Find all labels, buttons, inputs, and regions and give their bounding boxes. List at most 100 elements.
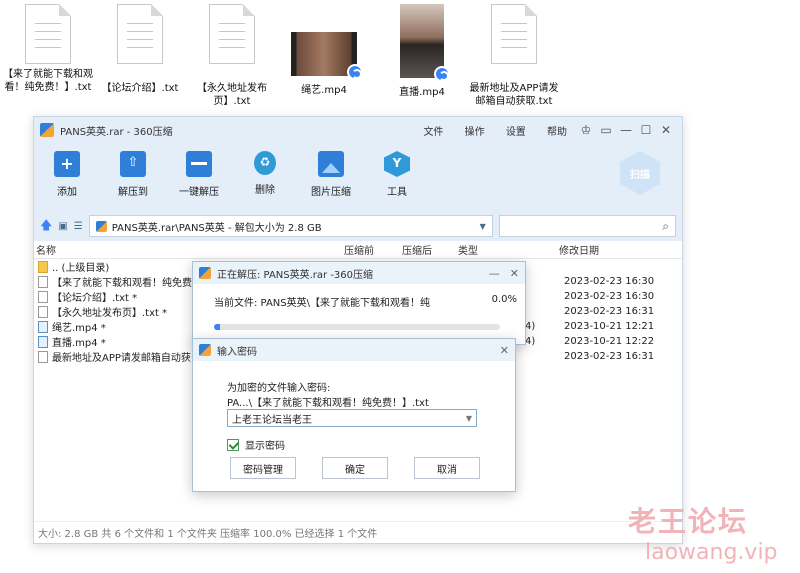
window-title: PANS英英.rar - 360压缩 xyxy=(60,126,173,138)
row-type-fragment: 4) xyxy=(525,336,536,347)
password-dialog: 输入密码 ✕ 为加密的文件输入密码: PA...\【来了就能下载和观看！纯免费！… xyxy=(192,338,516,492)
show-password-checkbox[interactable]: 显示密码 xyxy=(227,437,285,452)
recycle-icon: ♻ xyxy=(254,151,276,175)
cancel-button[interactable]: 取消 xyxy=(414,457,480,479)
row-date: 2023-02-23 16:31 xyxy=(564,351,655,362)
status-bar: 大小: 2.8 GB 共 6 个文件和 1 个文件夹 压缩率 100.0% 已经… xyxy=(34,521,682,543)
address-bar: 🡅 ▣ ☰ PANS英英.rar\PANS英英 - 解包大小为 2.8 GB ▼… xyxy=(34,211,682,241)
desktop-icon-label: 【永久地址发布页】.txt xyxy=(197,83,267,107)
tools-button[interactable]: Y 工具 xyxy=(364,147,430,198)
extract-to-label: 解压到 xyxy=(118,187,148,198)
path-field[interactable]: PANS英英.rar\PANS英英 - 解包大小为 2.8 GB ▼ xyxy=(88,215,493,237)
window-titlebar[interactable]: PANS英英.rar - 360压缩 文件 操作 设置 帮助 ♔ ▭ — ☐ ✕ xyxy=(34,117,682,143)
desktop-icon-txt-2[interactable]: 【论坛介绍】.txt xyxy=(92,4,188,95)
view-detail-icon[interactable]: ▣ xyxy=(58,221,67,232)
image-compress-button[interactable]: 图片压缩 xyxy=(298,147,364,198)
menu-file[interactable]: 文件 xyxy=(423,127,443,138)
row-date: 2023-02-23 16:30 xyxy=(564,276,655,287)
row-name: 直播.mp4 * xyxy=(52,338,106,349)
add-label: 添加 xyxy=(57,187,77,198)
col-modified[interactable]: 修改日期 xyxy=(559,242,599,257)
row-date: 2023-02-23 16:31 xyxy=(564,306,655,317)
extract-progress-dialog: 正在解压: PANS英英.rar -360压缩 — ✕ 当前文件: PANS英英\… xyxy=(192,261,526,345)
up-icon[interactable]: 🡅 xyxy=(40,216,52,237)
view-list-icon[interactable]: ☰ xyxy=(74,221,83,232)
close-icon[interactable]: ✕ xyxy=(500,344,509,357)
search-input[interactable]: ⌕ xyxy=(498,215,676,237)
app-logo-icon xyxy=(199,344,211,356)
desktop-icon-label: 绳艺.mp4 xyxy=(301,85,347,96)
extract-dialog-title: 正在解压: PANS英英.rar -360压缩 xyxy=(217,269,374,281)
window-controls: ♔ ▭ — ☐ ✕ xyxy=(576,123,676,137)
image-compress-label: 图片压缩 xyxy=(311,187,351,198)
chevron-down-icon[interactable]: ▼ xyxy=(466,414,472,423)
extract-dialog-titlebar[interactable]: 正在解压: PANS英英.rar -360压缩 — ✕ xyxy=(193,262,525,284)
video-file-icon xyxy=(38,335,48,348)
text-file-icon xyxy=(38,290,48,303)
menu-help[interactable]: 帮助 xyxy=(547,127,567,138)
minimize-icon[interactable]: — xyxy=(489,267,500,280)
show-password-label: 显示密码 xyxy=(245,441,285,452)
feedback-icon[interactable]: ▭ xyxy=(596,123,616,137)
add-button[interactable]: + 添加 xyxy=(34,147,100,198)
desktop-icon-txt-4[interactable]: 最新地址及APP请发邮箱自动获取.txt xyxy=(466,4,562,108)
row-name: .. (上级目录) xyxy=(52,263,110,274)
extract-to-button[interactable]: ⇧ 解压到 xyxy=(100,147,166,198)
toolbar: + 添加 ⇧ 解压到 一键解压 ♻ 删除 图片压缩 Y 工具 扫描 xyxy=(34,143,682,211)
col-type[interactable]: 类型 xyxy=(458,242,478,257)
row-date: 2023-02-23 16:30 xyxy=(564,291,655,302)
password-value: 上老王论坛当老王 xyxy=(232,414,312,426)
text-file-icon xyxy=(491,4,537,64)
watermark-url: laowang.vip xyxy=(645,540,778,565)
video-thumbnail-icon xyxy=(400,4,450,82)
desktop-icon-video-1[interactable]: 绳艺.mp4 xyxy=(276,4,372,97)
progress-percent: 0.0% xyxy=(491,294,517,305)
shortcut-badge-icon xyxy=(434,66,450,82)
close-icon[interactable]: ✕ xyxy=(510,267,519,280)
desktop-icon-label: 【来了就能下载和观看！纯免费！】.txt xyxy=(3,69,93,93)
text-file-icon xyxy=(25,4,71,64)
text-file-icon xyxy=(38,305,48,318)
image-icon xyxy=(318,151,344,177)
folder-icon xyxy=(38,260,48,273)
add-icon: + xyxy=(54,151,80,177)
row-name: 【永久地址发布页】.txt * xyxy=(52,308,168,319)
text-file-icon xyxy=(38,275,48,288)
menu-settings[interactable]: 设置 xyxy=(506,127,526,138)
delete-button[interactable]: ♻ 删除 xyxy=(232,147,298,196)
text-file-icon xyxy=(117,4,163,64)
status-text: 大小: 2.8 GB 共 6 个文件和 1 个文件夹 压缩率 100.0% 已经… xyxy=(38,529,378,540)
extract-folder-icon: ⇧ xyxy=(120,151,146,177)
minimize-icon[interactable]: — xyxy=(616,123,636,137)
desktop-icon-txt-3[interactable]: 【永久地址发布页】.txt xyxy=(184,4,280,108)
desktop-icon-txt-1[interactable]: 【来了就能下载和观看！纯免费！】.txt xyxy=(0,4,96,120)
close-icon[interactable]: ✕ xyxy=(656,123,676,137)
archive-icon xyxy=(95,220,107,232)
row-date: 2023-10-21 12:22 xyxy=(564,336,655,347)
col-size[interactable]: 压缩前 xyxy=(344,242,374,257)
desktop-icon-label: 直播.mp4 xyxy=(399,87,445,98)
one-click-extract-button[interactable]: 一键解压 xyxy=(166,147,232,198)
password-manager-button[interactable]: 密码管理 xyxy=(230,457,296,479)
maximize-icon[interactable]: ☐ xyxy=(636,123,656,137)
app-logo-icon xyxy=(199,267,211,279)
password-file: PA...\【来了就能下载和观看！纯免费！】.txt xyxy=(227,398,429,409)
ok-button[interactable]: 确定 xyxy=(322,457,388,479)
menu-operate[interactable]: 操作 xyxy=(465,127,485,138)
password-field[interactable]: 上老王论坛当老王 ▼ xyxy=(227,409,477,427)
desktop-icon-video-2[interactable]: 直播.mp4 xyxy=(374,4,470,99)
tools-icon: Y xyxy=(384,151,410,177)
desktop-icon-label: 【论坛介绍】.txt xyxy=(101,83,179,94)
path-dropdown-icon[interactable]: ▼ xyxy=(480,222,486,231)
scan-button[interactable]: 扫描 xyxy=(620,151,660,195)
col-packed[interactable]: 压缩后 xyxy=(402,242,432,257)
col-name[interactable]: 名称 xyxy=(36,242,56,257)
row-name: 【论坛介绍】.txt * xyxy=(52,293,138,304)
app-logo-icon xyxy=(40,123,54,137)
password-prompt: 为加密的文件输入密码: xyxy=(227,383,331,394)
shortcut-badge-icon xyxy=(347,64,363,80)
row-date: 2023-10-21 12:21 xyxy=(564,321,655,332)
scan-label: 扫描 xyxy=(630,169,650,181)
password-dialog-titlebar[interactable]: 输入密码 ✕ xyxy=(193,339,515,361)
skin-icon[interactable]: ♔ xyxy=(576,123,596,137)
